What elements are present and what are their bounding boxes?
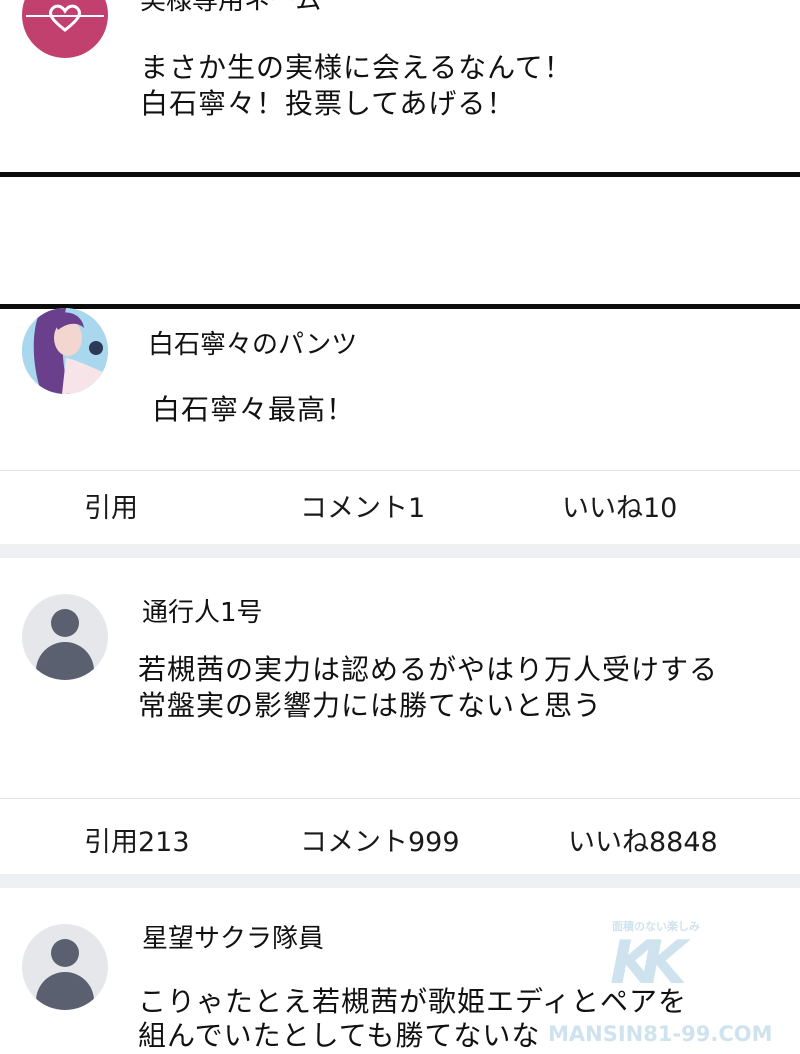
watermark-site: MANSIN81-99.COM [548, 1022, 773, 1046]
panel-separator-bottom [0, 304, 800, 309]
post0-body-line-2: 白石寧々！投票してあげる！ [140, 87, 516, 120]
post2-comment-button[interactable]: コメント999 [300, 820, 460, 859]
post1-body-line-1: 白石寧々最高！ [152, 393, 356, 426]
user-head-icon [51, 609, 79, 637]
post1-quote-button[interactable]: 引用 [84, 486, 138, 525]
default-user-avatar[interactable] [22, 924, 108, 1010]
post2-body-line-2: 常盤実の影響力には勝てないと思う [138, 689, 603, 722]
post1-comment-button[interactable]: コメント1 [300, 486, 425, 525]
post3-body-line-1: こりゃたとえ若槻茜が歌姫エディとペアを [138, 985, 688, 1018]
post-gap [0, 874, 800, 888]
character-avatar[interactable] [22, 308, 108, 394]
post2-like-button[interactable]: いいね8848 [568, 820, 718, 859]
post0-body-line-1: まさか生の実様に会えるなんて！ [140, 51, 573, 84]
character-portrait-icon [22, 308, 108, 394]
panel-separator-top [0, 172, 800, 177]
default-user-avatar[interactable] [22, 594, 108, 680]
post1-divider [0, 470, 800, 471]
post2-username[interactable]: 通行人1号 [142, 592, 263, 629]
post3-body-line-2: 組んでいたとしても勝てないな [138, 1019, 541, 1052]
post0-username[interactable]: 実様専用ネーム [140, 0, 321, 17]
user-body-icon [36, 972, 94, 1010]
post1-username[interactable]: 白石寧々のパンツ [148, 324, 357, 361]
user-head-icon [51, 939, 79, 967]
heart-avatar[interactable] [22, 0, 108, 58]
post2-body-line-1: 若槻茜の実力は認めるがやはり万人受けする [138, 653, 719, 686]
post-card-0: 実様専用ネーム まさか生の実様に会えるなんて！ 白石寧々！投票してあげる！ [0, 0, 800, 172]
post-gap [0, 544, 800, 558]
post1-like-button[interactable]: いいね10 [562, 486, 677, 525]
post3-username[interactable]: 星望サクラ隊員 [142, 918, 324, 955]
user-body-icon [36, 642, 94, 680]
post2-divider [0, 798, 800, 799]
heart-icon [26, 4, 104, 32]
watermark-logo: KK [610, 928, 687, 998]
post2-quote-button[interactable]: 引用213 [84, 820, 190, 859]
